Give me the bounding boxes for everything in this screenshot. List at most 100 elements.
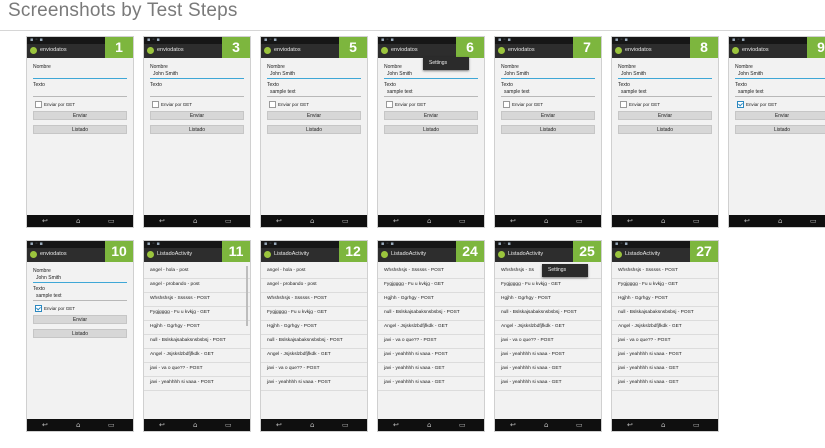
screenshot-step-25[interactable]: ▪ ◦ ▪ ListadoActivity 25 Whshshsjs - Ss Fygj… — [495, 241, 601, 431]
back-arrow-icon[interactable]: ↩ — [42, 218, 48, 225]
list-item[interactable]: Fygjgggg - Fu u kvkjg - GET — [267, 310, 327, 315]
list-item[interactable]: Whshshsjs - Ssssss - POST — [384, 268, 444, 273]
enviar-button[interactable]: Enviar — [33, 315, 127, 324]
list-item[interactable]: angel - probando - post — [267, 282, 317, 287]
get-checkbox[interactable] — [35, 101, 42, 108]
listado-button[interactable]: Listado — [33, 125, 127, 134]
listado-button[interactable]: Listado — [384, 125, 478, 134]
screenshot-step-1[interactable]: ▪ ◦ ▪ enviodatos 1 Nombre Texto Enviar por GE… — [27, 37, 133, 227]
nombre-input[interactable]: John Smith — [153, 71, 178, 77]
get-checkbox[interactable] — [152, 101, 159, 108]
enviar-button[interactable]: Enviar — [618, 111, 712, 120]
home-icon[interactable]: ⌂ — [310, 422, 314, 429]
list-item[interactable]: javi - yeahhhh si vaaa - POST — [384, 352, 448, 357]
screenshot-step-11[interactable]: ▪ ◦ ▪ ListadoActivity 11 angel - hola - pos… — [144, 241, 250, 431]
enviar-button[interactable]: Enviar — [150, 111, 244, 120]
list-item[interactable]: javi - yeahhhh si vaaa - GET — [384, 380, 445, 385]
home-icon[interactable]: ⌂ — [544, 218, 548, 225]
list-item[interactable]: Fygjgggg - Fu u kvkjg - GET — [618, 282, 678, 287]
overflow-menu-settings[interactable]: Settings — [423, 57, 469, 70]
scrollbar[interactable] — [246, 266, 248, 326]
recent-apps-icon[interactable]: ▭ — [576, 218, 583, 225]
listado-button[interactable]: Listado — [267, 125, 361, 134]
nombre-input[interactable]: John Smith — [36, 275, 61, 281]
list-item[interactable]: Whshshsjs - Ssssss - POST — [618, 268, 678, 273]
texto-input[interactable]: sample text — [621, 89, 647, 95]
screenshot-step-3[interactable]: ▪ ◦ ▪ enviodatos 3 Nombre John Smith Texto Env… — [144, 37, 250, 227]
home-icon[interactable]: ⌂ — [427, 422, 431, 429]
list-item[interactable]: javi - yeahhhh si vaaa - POST — [267, 380, 331, 385]
back-arrow-icon[interactable]: ↩ — [42, 422, 48, 429]
list-item[interactable]: Angel - Jsjskslzbdfjfkdk - GET — [267, 352, 331, 357]
back-arrow-icon[interactable]: ↩ — [510, 218, 516, 225]
texto-input[interactable]: sample text — [387, 89, 413, 95]
enviar-button[interactable]: Enviar — [735, 111, 825, 120]
list-item[interactable]: angel - hola - post — [267, 268, 305, 273]
texto-input[interactable]: sample text — [504, 89, 530, 95]
screenshot-step-8[interactable]: ▪ ◦ ▪ enviodatos 8 Nombre John Smith Texto sam… — [612, 37, 718, 227]
back-arrow-icon[interactable]: ↩ — [276, 218, 282, 225]
enviar-button[interactable]: Enviar — [267, 111, 361, 120]
back-arrow-icon[interactable]: ↩ — [276, 422, 282, 429]
get-checkbox[interactable] — [386, 101, 393, 108]
list-item[interactable]: Whshshsjs - Ssssss - POST — [150, 296, 210, 301]
enviar-button[interactable]: Enviar — [33, 111, 127, 120]
list-item[interactable]: null - Bslskajsabaksnsbsbsj - POST — [267, 338, 343, 343]
list-item[interactable]: Angel - Jsjskslzbdfjfkdk - GET — [618, 324, 682, 329]
texto-input[interactable]: sample text — [738, 89, 764, 95]
list-item[interactable]: null - Bslskajsabaksnsbsbsj - POST — [384, 310, 460, 315]
back-arrow-icon[interactable]: ↩ — [159, 422, 165, 429]
list-item[interactable]: Angel - Jsjskslzbdfjfkdk - GET — [501, 324, 565, 329]
recent-apps-icon[interactable]: ▭ — [459, 218, 466, 225]
home-icon[interactable]: ⌂ — [76, 422, 80, 429]
screenshot-step-9[interactable]: ▪ ◦ ▪ enviodatos 9 Nombre John Smith Texto sam… — [729, 37, 825, 227]
screenshot-step-10[interactable]: ▪ ◦ ▪ enviodatos 10 Nombre John Smith Texto sa… — [27, 241, 133, 431]
back-arrow-icon[interactable]: ↩ — [744, 218, 750, 225]
listado-button[interactable]: Listado — [33, 329, 127, 338]
list-item[interactable]: javi - yeahhhh si vaaa - POST — [618, 352, 682, 357]
list-item[interactable]: angel - probando - post — [150, 282, 200, 287]
listado-button[interactable]: Listado — [618, 125, 712, 134]
listado-button[interactable]: Listado — [735, 125, 825, 134]
texto-input[interactable]: sample text — [36, 293, 62, 299]
back-arrow-icon[interactable]: ↩ — [159, 218, 165, 225]
home-icon[interactable]: ⌂ — [544, 422, 548, 429]
list-item[interactable]: Angel - Jsjskslzbdfjfkdk - GET — [150, 352, 214, 357]
list-item[interactable]: javi - yeahhhh si vaaa - GET — [384, 366, 445, 371]
enviar-button[interactable]: Enviar — [384, 111, 478, 120]
recent-apps-icon[interactable]: ▭ — [693, 218, 700, 225]
list-item[interactable]: javi - yeahhhh si vaaa - POST — [150, 380, 214, 385]
recent-apps-icon[interactable]: ▭ — [576, 422, 583, 429]
screenshot-step-27[interactable]: ▪ ◦ ▪ ListadoActivity 27 Whshshsjs - Ssssss… — [612, 241, 718, 431]
get-checkbox[interactable] — [737, 101, 744, 108]
list-item[interactable]: javi - va o que?? - POST — [618, 338, 671, 343]
list-item[interactable]: Fygjgggg - Fu u kvkjg - GET — [150, 310, 210, 315]
recent-apps-icon[interactable]: ▭ — [342, 422, 349, 429]
screenshot-step-7[interactable]: ▪ ◦ ▪ enviodatos 7 Nombre John Smith Texto sam… — [495, 37, 601, 227]
list-item[interactable]: angel - hola - post — [150, 268, 188, 273]
nombre-input[interactable]: John Smith — [504, 71, 529, 77]
nombre-input[interactable]: John Smith — [270, 71, 295, 77]
back-arrow-icon[interactable]: ↩ — [393, 218, 399, 225]
home-icon[interactable]: ⌂ — [661, 218, 665, 225]
home-icon[interactable]: ⌂ — [76, 218, 80, 225]
list-item[interactable]: Hgjhh - Ggrhgy - POST — [618, 296, 668, 301]
recent-apps-icon[interactable]: ▭ — [459, 422, 466, 429]
home-icon[interactable]: ⌂ — [193, 218, 197, 225]
home-icon[interactable]: ⌂ — [427, 218, 431, 225]
list-item[interactable]: Whshshsjs - Ssssss - POST — [267, 296, 327, 301]
list-item[interactable]: javi - yeahhhh si vaaa - POST — [501, 352, 565, 357]
list-item[interactable]: null - Bslskajsabaksnsbsbsj - POST — [618, 310, 694, 315]
texto-input[interactable]: sample text — [270, 89, 296, 95]
recent-apps-icon[interactable]: ▭ — [810, 218, 817, 225]
list-item[interactable]: Hgjhh - Ggrhgy - POST — [150, 324, 200, 329]
list-item[interactable]: Angel - Jsjskslzbdfjfkdk - GET — [384, 324, 448, 329]
get-checkbox[interactable] — [269, 101, 276, 108]
recent-apps-icon[interactable]: ▭ — [108, 422, 115, 429]
list-item[interactable]: Fygjgggg - Fu u kvkjg - GET — [384, 282, 444, 287]
listado-button[interactable]: Listado — [150, 125, 244, 134]
list-item[interactable]: null - Bslskajsabaksnsbsbsj - POST — [501, 310, 577, 315]
home-icon[interactable]: ⌂ — [193, 422, 197, 429]
list-item[interactable]: javi - va o que?? - POST — [384, 338, 437, 343]
enviar-button[interactable]: Enviar — [501, 111, 595, 120]
